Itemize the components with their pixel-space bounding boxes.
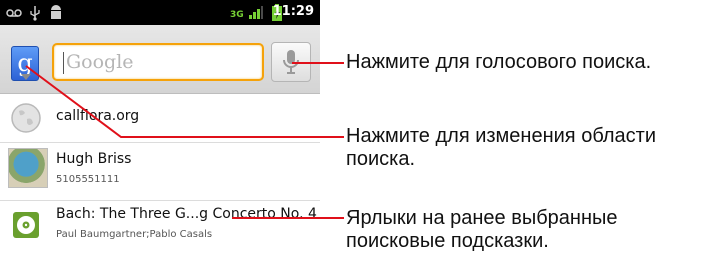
suggestion-subtitle: Paul Baumgartner;Pablo Casals xyxy=(56,229,213,240)
suggestion-title: Bach: The Three G...g Concerto No. 4 xyxy=(56,206,317,222)
voice-search-button[interactable] xyxy=(271,42,311,82)
callout-scope-line1: Нажмите для изменения области xyxy=(346,125,656,147)
suggestion-title: Hugh Briss xyxy=(56,151,132,167)
voicemail-icon xyxy=(6,9,22,17)
suggestion-item[interactable]: Bach: The Three G...g Concerto No. 4 Pau… xyxy=(0,201,320,255)
suggestion-item[interactable]: Hugh Briss 5105551111 xyxy=(0,143,320,200)
chevron-down-icon xyxy=(21,74,31,80)
search-placeholder: Google xyxy=(66,51,134,73)
suggestion-subtitle: 5105551111 xyxy=(56,174,120,185)
svg-text:3G: 3G xyxy=(230,10,244,20)
android-debug-icon xyxy=(51,5,61,19)
network-3g-icon: 3G xyxy=(230,10,244,20)
signal-icon xyxy=(249,6,263,19)
microphone-icon xyxy=(283,50,299,74)
suggestion-title: callflora.org xyxy=(56,108,140,124)
clock: 11:29 xyxy=(272,4,314,19)
phone-screen: 3G 11:29 g Google callflora.org Hugh Bri… xyxy=(0,0,320,255)
usb-icon xyxy=(30,6,40,21)
callout-voice-search: Нажмите для голосового поиска. xyxy=(346,51,652,73)
status-bar: 3G 11:29 xyxy=(0,0,320,25)
suggestion-item[interactable]: callflora.org xyxy=(0,94,320,142)
globe-icon xyxy=(11,103,41,133)
text-caret xyxy=(63,52,64,74)
search-input[interactable]: Google xyxy=(52,43,264,81)
callout-scope-line2: поиска. xyxy=(346,148,415,170)
callout-shortcuts-line1: Ярлыки на ранее выбранные xyxy=(346,207,618,229)
callout-shortcuts-line2: поисковые подсказки. xyxy=(346,230,549,252)
engine-letter: g xyxy=(17,49,33,77)
